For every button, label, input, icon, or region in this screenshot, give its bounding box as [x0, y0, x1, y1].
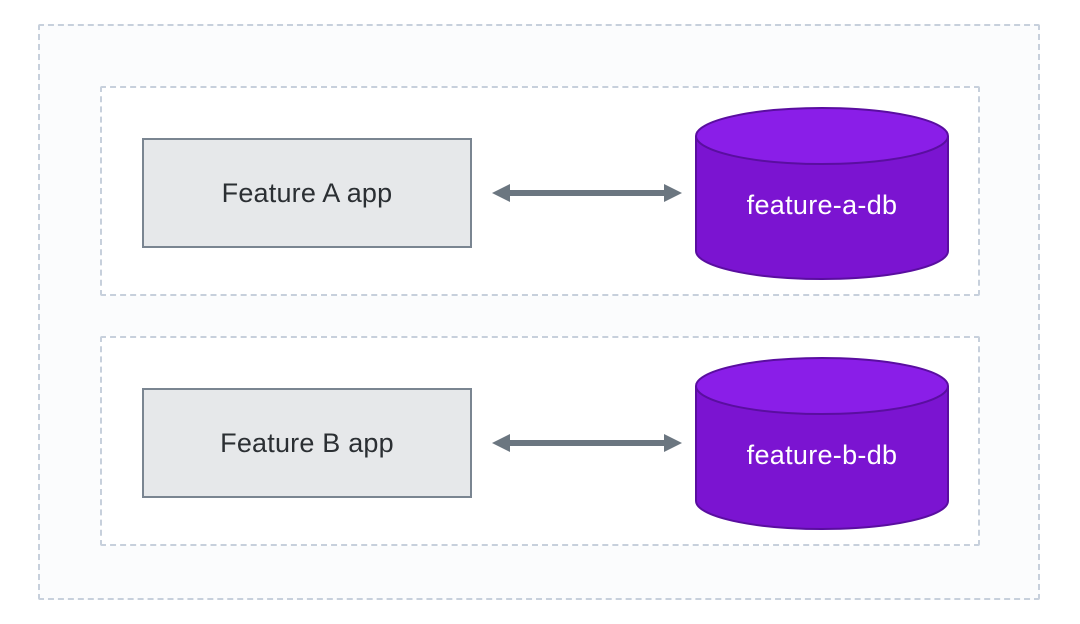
feature-row-b: Feature B app feature-b-db	[100, 336, 980, 546]
bidirectional-arrow-icon	[492, 430, 682, 456]
app-box-a: Feature A app	[142, 138, 472, 248]
db-label-b: feature-b-db	[692, 440, 952, 471]
app-label-a: Feature A app	[222, 178, 393, 209]
app-label-b: Feature B app	[220, 428, 394, 459]
feature-row-a: Feature A app feature-a-db	[100, 86, 980, 296]
database-cylinder-b: feature-b-db	[692, 356, 952, 531]
database-cylinder-a: feature-a-db	[692, 106, 952, 281]
bidirectional-arrow-icon	[492, 180, 682, 206]
outer-container: Feature A app feature-a-db Feature B app	[38, 24, 1040, 600]
app-box-b: Feature B app	[142, 388, 472, 498]
db-label-a: feature-a-db	[692, 190, 952, 221]
